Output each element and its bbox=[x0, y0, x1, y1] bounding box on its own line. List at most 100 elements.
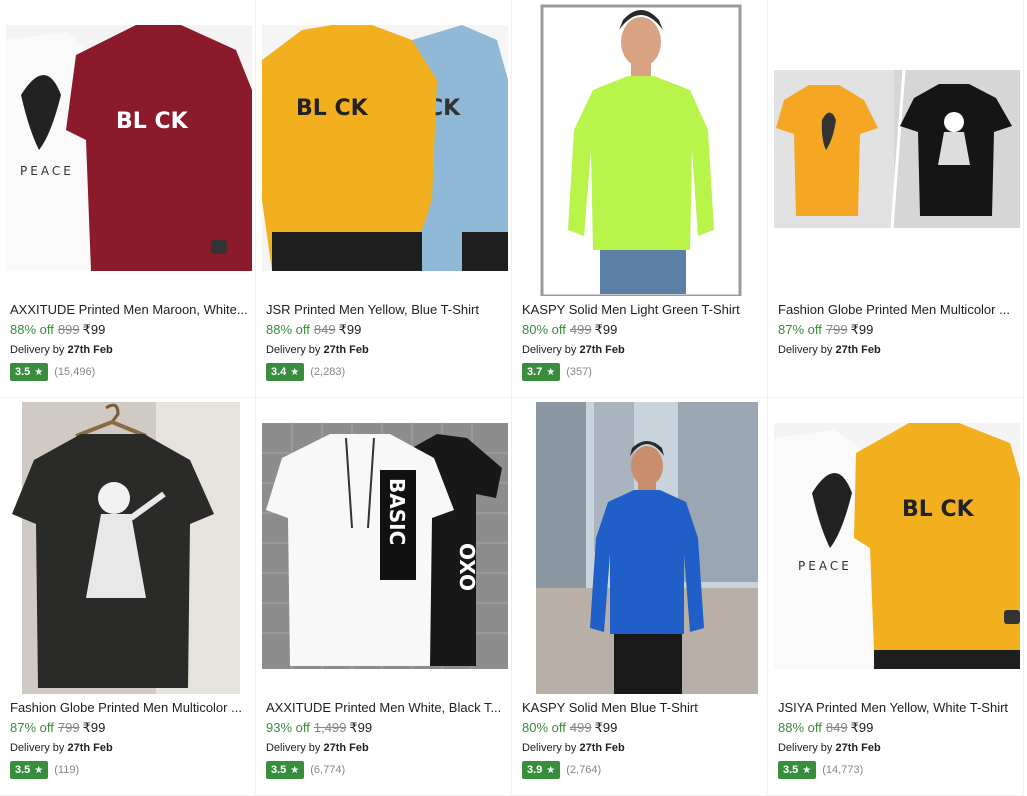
product-image[interactable] bbox=[774, 0, 1020, 296]
delivery-info: Delivery by 27th Feb bbox=[778, 740, 1017, 756]
product-title[interactable]: Fashion Globe Printed Men Multicolor ... bbox=[10, 698, 248, 718]
product-card[interactable]: KASPY Solid Men Light Green T-Shirt 80% … bbox=[512, 0, 768, 398]
product-card[interactable]: KASPY Solid Men Blue T-Shirt 80% off 499 ₹… bbox=[512, 398, 768, 796]
delivery-date: 27th Feb bbox=[835, 742, 881, 754]
rating-row: 3.5 ★ (119) bbox=[10, 761, 249, 779]
product-card[interactable]: OXO BASIC AXXITUDE Printed Men White, Bl… bbox=[256, 398, 512, 796]
review-count: (119) bbox=[54, 764, 80, 776]
mrp: 499 bbox=[569, 720, 592, 735]
discount: 88% off bbox=[10, 322, 54, 337]
price-line: 93% off 1,499 ₹99 bbox=[266, 718, 505, 738]
star-icon: ★ bbox=[290, 366, 300, 378]
delivery-info: Delivery by 27th Feb bbox=[266, 740, 505, 756]
product-title[interactable]: JSR Printed Men Yellow, Blue T-Shirt bbox=[266, 300, 504, 320]
delivery-info: Delivery by 27th Feb bbox=[522, 342, 761, 358]
product-card[interactable]: Fashion Globe Printed Men Multicolor ...… bbox=[768, 0, 1024, 398]
print-text: BL CK bbox=[296, 96, 369, 121]
delivery-info: Delivery by 27th Feb bbox=[522, 740, 761, 756]
product-image[interactable]: OXO BASIC bbox=[262, 398, 508, 694]
rating-badge: 3.5 ★ bbox=[10, 363, 49, 381]
delivery-date: 27th Feb bbox=[323, 344, 369, 356]
print-text: PEACE bbox=[20, 164, 74, 178]
rating-badge: 3.5 ★ bbox=[266, 761, 305, 779]
price: ₹99 bbox=[594, 720, 618, 735]
mrp: 849 bbox=[313, 322, 336, 337]
price-line: 88% off 899 ₹99 bbox=[10, 320, 249, 340]
discount: 80% off bbox=[522, 322, 566, 337]
product-title[interactable]: Fashion Globe Printed Men Multicolor ... bbox=[778, 300, 1016, 320]
delivery-prefix: Delivery by bbox=[266, 742, 321, 754]
price-line: 88% off 849 ₹99 bbox=[778, 718, 1017, 738]
product-title[interactable]: KASPY Solid Men Light Green T-Shirt bbox=[522, 300, 760, 320]
delivery-info: Delivery by 27th Feb bbox=[778, 342, 1017, 358]
product-title[interactable]: JSIYA Printed Men Yellow, White T-Shirt bbox=[778, 698, 1016, 718]
print-text: PEACE bbox=[798, 559, 852, 573]
review-count: (2,283) bbox=[310, 366, 346, 378]
rating-badge: 3.5 ★ bbox=[778, 761, 817, 779]
review-count: (15,496) bbox=[54, 366, 96, 378]
discount: 80% off bbox=[522, 720, 566, 735]
price-line: 80% off 499 ₹99 bbox=[522, 320, 761, 340]
product-title[interactable]: AXXITUDE Printed Men Maroon, White... bbox=[10, 300, 248, 320]
delivery-date: 27th Feb bbox=[67, 344, 113, 356]
rating-row: 3.5 ★ (15,496) bbox=[10, 363, 249, 381]
star-icon: ★ bbox=[290, 764, 300, 776]
product-card[interactable]: PEACE BL CK JSIYA Printed Men Yellow, Wh… bbox=[768, 398, 1024, 796]
delivery-date: 27th Feb bbox=[323, 742, 369, 754]
delivery-date: 27th Feb bbox=[835, 344, 881, 356]
delivery-prefix: Delivery by bbox=[10, 344, 65, 356]
price: ₹99 bbox=[850, 720, 874, 735]
rating-value: 3.4 bbox=[271, 366, 287, 378]
rating-row: 3.9 ★ (2,764) bbox=[522, 761, 761, 779]
product-image[interactable]: PEACE BL CK bbox=[6, 0, 252, 296]
delivery-info: Delivery by 27th Feb bbox=[266, 342, 505, 358]
delivery-info: Delivery by 27th Feb bbox=[10, 740, 249, 756]
price: ₹99 bbox=[850, 322, 874, 337]
discount: 88% off bbox=[778, 720, 822, 735]
delivery-prefix: Delivery by bbox=[778, 742, 833, 754]
print-text: OXO bbox=[455, 543, 479, 591]
price: ₹99 bbox=[338, 322, 362, 337]
product-image[interactable] bbox=[6, 398, 252, 694]
review-count: (2,764) bbox=[566, 764, 602, 776]
discount: 93% off bbox=[266, 720, 310, 735]
price: ₹99 bbox=[82, 322, 106, 337]
product-card[interactable]: Fashion Globe Printed Men Multicolor ...… bbox=[0, 398, 256, 796]
discount: 87% off bbox=[778, 322, 822, 337]
review-count: (357) bbox=[566, 366, 592, 378]
delivery-prefix: Delivery by bbox=[778, 344, 833, 356]
mrp: 849 bbox=[825, 720, 848, 735]
review-count: (6,774) bbox=[310, 764, 346, 776]
star-icon: ★ bbox=[34, 764, 44, 776]
product-title[interactable]: AXXITUDE Printed Men White, Black T... bbox=[266, 698, 504, 718]
delivery-date: 27th Feb bbox=[67, 742, 113, 754]
price-line: 88% off 849 ₹99 bbox=[266, 320, 505, 340]
rating-row: 3.7 ★ (357) bbox=[522, 363, 761, 381]
star-icon: ★ bbox=[546, 366, 556, 378]
rating-badge: 3.4 ★ bbox=[266, 363, 305, 381]
product-image[interactable]: CK BL CK bbox=[262, 0, 508, 296]
rating-row: 3.5 ★ (14,773) bbox=[778, 761, 1017, 779]
product-image[interactable] bbox=[518, 398, 764, 694]
product-grid: PEACE BL CK AXXITUDE Printed Men Maroon,… bbox=[0, 0, 1024, 796]
mrp: 799 bbox=[57, 720, 80, 735]
rating-badge: 3.9 ★ bbox=[522, 761, 561, 779]
price-line: 80% off 499 ₹99 bbox=[522, 718, 761, 738]
rating-value: 3.5 bbox=[15, 366, 31, 378]
product-image[interactable] bbox=[518, 0, 764, 296]
price-line: 87% off 799 ₹99 bbox=[778, 320, 1017, 340]
price-line: 87% off 799 ₹99 bbox=[10, 718, 249, 738]
product-card[interactable]: CK BL CK JSR Printed Men Yellow, Blue T-… bbox=[256, 0, 512, 398]
rating-row: 3.5 ★ (6,774) bbox=[266, 761, 505, 779]
print-text: BL CK bbox=[902, 497, 975, 522]
discount: 87% off bbox=[10, 720, 54, 735]
product-card[interactable]: PEACE BL CK AXXITUDE Printed Men Maroon,… bbox=[0, 0, 256, 398]
price: ₹99 bbox=[594, 322, 618, 337]
review-count: (14,773) bbox=[822, 764, 864, 776]
price: ₹99 bbox=[349, 720, 373, 735]
product-image[interactable]: PEACE BL CK bbox=[774, 398, 1020, 694]
delivery-info: Delivery by 27th Feb bbox=[10, 342, 249, 358]
star-icon: ★ bbox=[546, 764, 556, 776]
product-title[interactable]: KASPY Solid Men Blue T-Shirt bbox=[522, 698, 760, 718]
rating-value: 3.5 bbox=[783, 764, 799, 776]
